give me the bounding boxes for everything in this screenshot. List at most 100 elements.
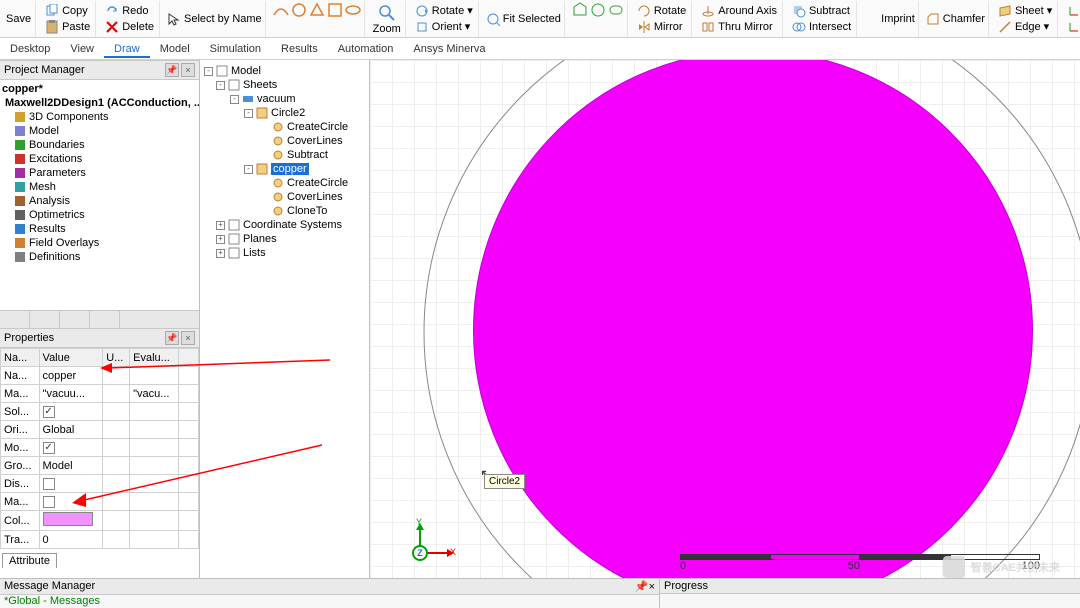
object-cs-button[interactable]: Object CS ▾ <box>1064 19 1080 35</box>
tree-node[interactable]: Parameters <box>0 166 199 180</box>
properties-panel[interactable]: Na...ValueU...Evalu... Na...copperMa..."… <box>0 348 199 578</box>
sheet-button[interactable]: Sheet ▾ <box>995 3 1055 19</box>
pin-icon[interactable]: 📌 <box>165 63 179 77</box>
shape-icon[interactable] <box>290 1 308 19</box>
menu-results[interactable]: Results <box>271 40 328 58</box>
checkbox[interactable] <box>43 496 55 508</box>
property-row[interactable]: Mo... <box>1 439 199 457</box>
rotate-button[interactable]: Rotate ▾ <box>412 3 476 19</box>
property-row[interactable]: Na...copper <box>1 367 199 385</box>
expand-icon[interactable]: - <box>230 95 239 104</box>
menu-automation[interactable]: Automation <box>328 40 404 58</box>
model-tree-item[interactable]: -Sheets <box>202 78 367 92</box>
property-row[interactable]: Tra...0 <box>1 531 199 549</box>
shape-icon[interactable] <box>344 1 362 19</box>
intersect-button[interactable]: Intersect <box>789 19 854 35</box>
subtract-button[interactable]: Subtract <box>789 3 854 19</box>
close-icon[interactable]: × <box>181 63 195 77</box>
color-swatch[interactable] <box>43 512 93 526</box>
checkbox[interactable] <box>43 406 55 418</box>
attribute-tab[interactable]: Attribute <box>2 553 57 568</box>
fit-selected-button[interactable]: Fit Selected <box>483 1 565 37</box>
circle-copper[interactable] <box>473 60 1033 578</box>
shape-icon[interactable] <box>308 1 326 19</box>
model-tree[interactable]: -Model -Sheets-vacuum-Circle2CreateCircl… <box>200 60 370 578</box>
orient-button[interactable]: Orient ▾ <box>412 19 476 35</box>
edge-button[interactable]: Edge ▾ <box>995 19 1055 35</box>
model-tree-item[interactable]: CreateCircle <box>202 176 367 190</box>
chamfer-button[interactable]: Chamfer <box>923 1 989 37</box>
paste-button[interactable]: Paste <box>42 19 93 35</box>
menu-desktop[interactable]: Desktop <box>0 40 60 58</box>
shape-icon[interactable] <box>272 1 290 19</box>
menu-ansys minerva[interactable]: Ansys Minerva <box>403 40 495 58</box>
checkbox[interactable] <box>43 442 55 454</box>
expand-icon[interactable]: - <box>244 109 253 118</box>
prim-icon[interactable] <box>607 1 625 19</box>
checkbox[interactable] <box>43 478 55 490</box>
prim-icon[interactable] <box>589 1 607 19</box>
tree-node[interactable]: Results <box>0 222 199 236</box>
menu-model[interactable]: Model <box>150 40 200 58</box>
tree-node[interactable]: Model <box>0 124 199 138</box>
delete-button[interactable]: Delete <box>102 19 157 35</box>
model-tree-item[interactable]: -vacuum <box>202 92 367 106</box>
menu-draw[interactable]: Draw <box>104 40 150 58</box>
rotate2-button[interactable]: Rotate <box>634 3 689 19</box>
model-tree-item[interactable]: CoverLines <box>202 134 367 148</box>
tree-node[interactable]: Analysis <box>0 194 199 208</box>
model-tree-item[interactable]: +Coordinate Systems <box>202 218 367 232</box>
property-row[interactable]: Gro...Model <box>1 457 199 475</box>
tree-node[interactable]: 3D Components <box>0 110 199 124</box>
model-tree-item[interactable]: Subtract <box>202 148 367 162</box>
model-tree-item[interactable]: CoverLines <box>202 190 367 204</box>
property-row[interactable]: Dis... <box>1 475 199 493</box>
tree-node[interactable]: Excitations <box>0 152 199 166</box>
menu-view[interactable]: View <box>60 40 104 58</box>
expand-icon[interactable]: - <box>244 165 253 174</box>
close-icon[interactable]: × <box>649 581 655 593</box>
tree-node[interactable]: Field Overlays <box>0 236 199 250</box>
copy-button[interactable]: Copy <box>42 3 93 19</box>
expand-icon[interactable]: + <box>216 235 225 244</box>
message-global[interactable]: *Global - Messages <box>4 595 100 607</box>
tree-node[interactable]: Definitions <box>0 250 199 264</box>
viewport-3d[interactable]: Y X Z Y X ↖ Circle2 050100 <box>370 60 1080 578</box>
mirror-button[interactable]: Mirror <box>634 19 689 35</box>
close-icon[interactable]: × <box>181 331 195 345</box>
pin-icon[interactable]: 📌 <box>635 581 649 593</box>
model-tree-item[interactable]: CloneTo <box>202 204 367 218</box>
prim-icon[interactable] <box>571 1 589 19</box>
property-row[interactable]: Ma..."vacuu..."vacu... <box>1 385 199 403</box>
model-tree-item[interactable]: +Planes <box>202 232 367 246</box>
expand-icon[interactable]: + <box>216 221 225 230</box>
shape-icon[interactable] <box>326 1 344 19</box>
face-cs-button[interactable]: Face CS <box>1064 3 1080 19</box>
expand-icon[interactable]: - <box>216 81 225 90</box>
imprint-button[interactable]: Imprint <box>861 1 919 37</box>
property-row[interactable]: Ma... <box>1 493 199 511</box>
model-tree-item[interactable]: -Circle2 <box>202 106 367 120</box>
redo-button[interactable]: Redo <box>102 3 157 19</box>
around-axis-button[interactable]: Around Axis <box>698 3 780 19</box>
tree-node[interactable]: Mesh <box>0 180 199 194</box>
pin-icon[interactable]: 📌 <box>165 331 179 345</box>
property-row[interactable]: Ori...Global <box>1 421 199 439</box>
project-tabs[interactable] <box>0 310 199 328</box>
save-button[interactable]: Save <box>2 1 36 37</box>
property-row[interactable]: Col... <box>1 511 199 531</box>
tree-node[interactable]: Optimetrics <box>0 208 199 222</box>
property-row[interactable]: Sol... <box>1 403 199 421</box>
tree-node[interactable]: Boundaries <box>0 138 199 152</box>
project-tree[interactable]: copper* Maxwell2DDesign1 (ACConduction, … <box>0 80 199 310</box>
menu-simulation[interactable]: Simulation <box>200 40 271 58</box>
select-by-name-button[interactable]: Select by Name <box>164 1 266 37</box>
view-triad[interactable]: Z Y X <box>390 523 450 578</box>
progress-panel[interactable]: Progress <box>660 578 1080 608</box>
thru-mirror-button[interactable]: Thru Mirror <box>698 19 780 35</box>
model-tree-item[interactable]: -copper <box>202 162 367 176</box>
model-tree-item[interactable]: CreateCircle <box>202 120 367 134</box>
expand-icon[interactable]: + <box>216 249 225 258</box>
model-tree-item[interactable]: +Lists <box>202 246 367 260</box>
zoom-button[interactable]: Zoom <box>369 1 406 37</box>
